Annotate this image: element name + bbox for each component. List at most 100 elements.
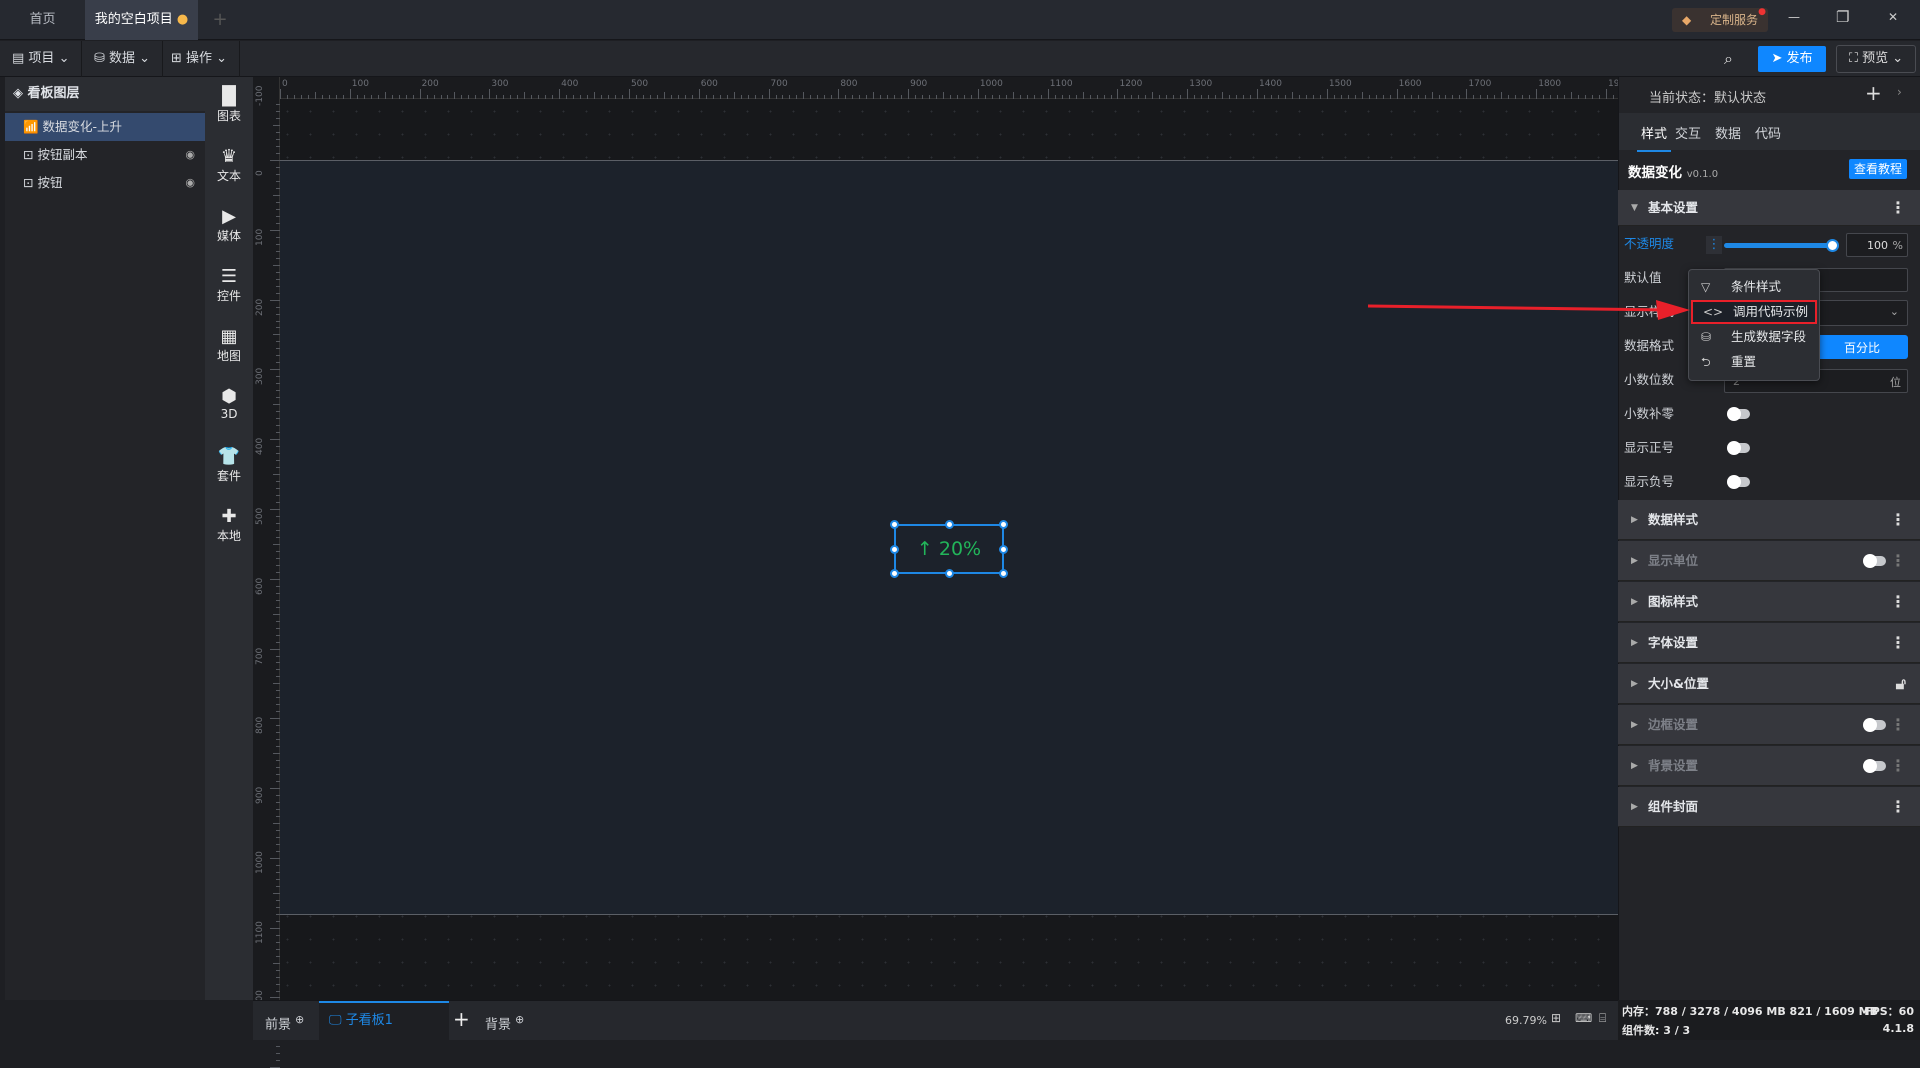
opacity-slider[interactable] <box>1724 239 1839 252</box>
resize-handle[interactable] <box>890 569 899 578</box>
slider-thumb[interactable] <box>1826 239 1839 252</box>
horizontal-ruler[interactable]: 0 100 200 300 400 500 600 700 800 900 1000 1100 1200… <box>253 77 1642 99</box>
fit-screen-icon[interactable]: ⊞ <box>1551 1011 1561 1025</box>
add-tab-button[interactable]: + <box>200 0 240 40</box>
menu-item[interactable]: <> 调用代码示例 <box>1691 300 1817 324</box>
library-puzzle[interactable]: ✚ 本地 <box>205 497 253 557</box>
preview-button[interactable]: ⛶ 预览 ⌄ <box>1836 45 1916 73</box>
resize-handle[interactable] <box>890 520 899 529</box>
layer-item[interactable]: ⊡ 按钮副本 ◉ <box>5 141 205 169</box>
background-tab[interactable]: 背景 ⊕ <box>485 1013 524 1032</box>
keyboard-icon[interactable]: ⌨ <box>1575 1011 1592 1025</box>
more-icon[interactable]: ⋮ <box>1890 705 1906 745</box>
project-menu[interactable]: ▤ 项目 ⌄ <box>0 41 83 77</box>
toggle-switch[interactable] <box>1727 475 1750 489</box>
section-basic[interactable]: ▼ 基本设置 ⋮ <box>1618 190 1920 226</box>
restore-button[interactable]: ❐ <box>1836 8 1849 26</box>
search-icon[interactable]: ⌕ <box>1724 49 1733 69</box>
tab-style[interactable]: 样式 <box>1637 123 1672 152</box>
section-header[interactable]: ▶ 数据样式 ⋮ <box>1618 500 1920 540</box>
section-header[interactable]: ▶ 字体设置 ⋮ <box>1618 623 1920 663</box>
section-toggle[interactable] <box>1863 554 1886 568</box>
layer-item[interactable]: 📶 数据变化-上升 <box>5 113 205 141</box>
format-option-percent[interactable]: 百分比 <box>1844 339 1880 356</box>
add-state-button[interactable]: + <box>1865 81 1882 105</box>
ruler-tick <box>1284 95 1286 99</box>
custom-service-button[interactable]: ◆ 定制服务 ● <box>1672 7 1768 32</box>
section-header[interactable]: ▶ 图标样式 ⋮ <box>1618 582 1920 622</box>
ruler-tick <box>270 160 280 161</box>
resize-handle[interactable] <box>890 545 899 554</box>
toggle-switch[interactable] <box>1727 407 1750 421</box>
toggle-switch[interactable] <box>1727 441 1750 455</box>
eye-hidden-icon[interactable]: ◉ <box>185 141 195 169</box>
section-toggle[interactable] <box>1863 759 1886 773</box>
resize-handle[interactable] <box>945 569 954 578</box>
more-options-icon[interactable]: ⋮ <box>1706 236 1722 254</box>
section-header[interactable]: ▶ 显示单位 ⋮ <box>1618 541 1920 581</box>
data-menu[interactable]: ⛁ 数据 ⌄ <box>82 41 164 77</box>
opacity-input[interactable]: 100% <box>1846 233 1908 257</box>
minimize-button[interactable]: — <box>1788 10 1800 24</box>
more-icon[interactable]: ⋮ <box>1890 500 1906 540</box>
publish-button[interactable]: ➤ 发布 <box>1758 46 1826 72</box>
resize-handle[interactable] <box>945 520 954 529</box>
library-label: 图表 <box>216 109 241 123</box>
tab-home[interactable]: 首页 <box>0 0 85 40</box>
section-toggle[interactable] <box>1863 718 1886 732</box>
ruler-tick <box>1480 95 1482 99</box>
resize-handle[interactable] <box>999 545 1008 554</box>
ruler-tick <box>321 95 323 99</box>
menu-item[interactable]: ⮌ 重置 <box>1691 350 1817 374</box>
ruler-label: 300 <box>255 368 265 386</box>
tab-project[interactable]: 我的空白项目 ● <box>85 0 198 40</box>
ruler-tick <box>276 816 280 818</box>
ruler-tick <box>468 95 470 99</box>
add-board-button[interactable]: + <box>453 1007 470 1031</box>
chevron-down-icon: ⌄ <box>1889 305 1899 318</box>
ruler-tick <box>276 690 280 692</box>
lock-icon[interactable]: 🔓︎ <box>1896 664 1906 704</box>
foreground-tab[interactable]: 前景 ⊕ <box>265 1013 304 1032</box>
section-header[interactable]: ▶ 边框设置 ⋮ <box>1618 705 1920 745</box>
vertical-ruler[interactable]: -100 0 100 200 300 400 500 600 700 800 900 1000 1100… <box>253 77 280 1068</box>
library-cube[interactable]: ⬢ 3D <box>205 377 253 437</box>
chevron-right-icon[interactable]: › <box>1897 85 1902 99</box>
operate-menu[interactable]: ⊞ 操作 ⌄ <box>159 41 241 77</box>
tab-data[interactable]: 数据 <box>1715 123 1741 142</box>
ruler-tick <box>276 292 280 294</box>
tutorial-button[interactable]: 查看教程 <box>1849 159 1907 179</box>
status-panel: 内存：788 / 3278 / 4096 MB 821 / 1609 MB FP… <box>1618 1000 1920 1040</box>
close-button[interactable]: ✕ <box>1888 10 1898 24</box>
section-header[interactable]: ▶ 组件封面 ⋮ <box>1618 787 1920 827</box>
library-crown[interactable]: ♛ 文本 <box>205 137 253 197</box>
library-camera[interactable]: ▶ 媒体 <box>205 197 253 257</box>
library-bar-chart[interactable]: ▐▌ 图表 <box>205 77 253 137</box>
terminal-icon[interactable]: ⌸ <box>1599 1011 1606 1026</box>
ruler-tick <box>1515 95 1517 99</box>
more-icon[interactable]: ⋮ <box>1890 623 1906 663</box>
eye-hidden-icon[interactable]: ◉ <box>185 169 195 197</box>
library-map[interactable]: ▦ 地图 <box>205 317 253 377</box>
ruler-tick <box>991 95 993 99</box>
subboard-tab[interactable]: 🖵 子看板1 <box>319 1001 449 1041</box>
resize-handle[interactable] <box>999 520 1008 529</box>
toggle-row: 小数补零 <box>1624 399 1674 429</box>
menu-item[interactable]: ⛁ 生成数据字段 <box>1691 325 1817 349</box>
layer-item[interactable]: ⊡ 按钮 ◉ <box>5 169 205 197</box>
data-change-widget[interactable]: ↑ 20% <box>890 520 1008 578</box>
library-shirt[interactable]: 👕 套件 <box>205 437 253 497</box>
menu-item[interactable]: ▽ 条件样式 <box>1691 275 1817 299</box>
section-header[interactable]: ▶ 大小&位置 🔓︎ <box>1618 664 1920 704</box>
zoom-level[interactable]: 69.79% <box>1505 1014 1547 1027</box>
ruler-label: -100 <box>255 85 265 107</box>
resize-handle[interactable] <box>999 569 1008 578</box>
section-header[interactable]: ▶ 背景设置 ⋮ <box>1618 746 1920 786</box>
more-icon[interactable]: ⋮ <box>1890 787 1906 827</box>
tab-interaction[interactable]: 交互 <box>1675 123 1701 142</box>
tab-code[interactable]: 代码 <box>1755 123 1781 142</box>
more-icon[interactable]: ⋮ <box>1890 746 1906 786</box>
more-icon[interactable]: ⋮ <box>1890 541 1906 581</box>
library-list[interactable]: ☰ 控件 <box>205 257 253 317</box>
more-icon[interactable]: ⋮ <box>1890 582 1906 622</box>
